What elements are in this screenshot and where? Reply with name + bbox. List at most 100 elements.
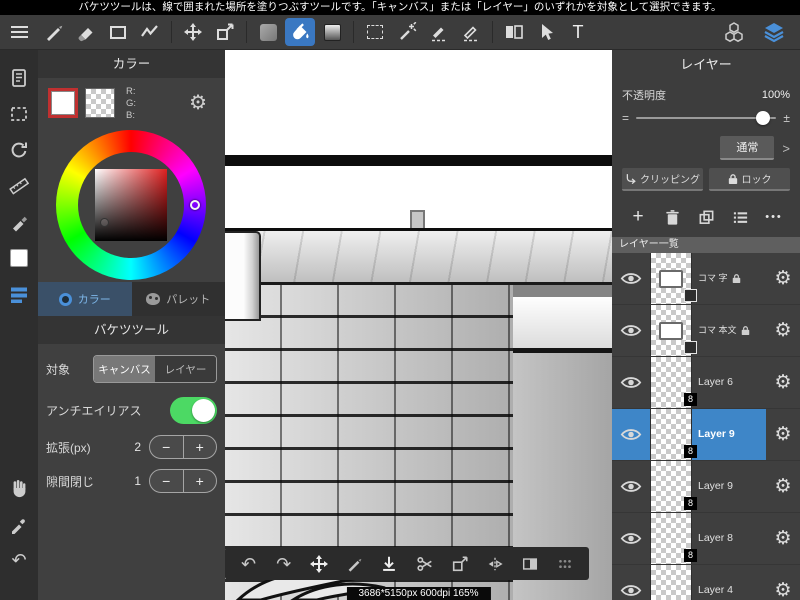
opacity-max-icon[interactable]: ± <box>783 111 790 125</box>
undo-sidebar-button[interactable]: ↶ <box>4 545 34 575</box>
layer-visibility-toggle[interactable] <box>612 357 650 408</box>
eyedropper-tool-button[interactable] <box>4 509 34 539</box>
magic-wand-tool-button[interactable] <box>392 18 422 46</box>
redo-button[interactable]: ↷ <box>271 551 297 577</box>
layer-settings-button[interactable]: ⚙ <box>766 253 800 304</box>
layer-label[interactable]: Layer 6 <box>692 357 766 408</box>
current-color-swatch[interactable] <box>4 243 34 273</box>
color-settings-button[interactable]: ⚙ <box>189 90 207 115</box>
layer-row[interactable]: 8 Layer 6 ⚙ <box>612 357 800 409</box>
eraser-tool-button[interactable] <box>71 18 101 46</box>
foreground-color-swatch[interactable] <box>48 88 78 118</box>
add-layer-button[interactable]: + <box>626 205 650 229</box>
layers-panel-button[interactable] <box>759 18 789 46</box>
cut-button[interactable] <box>412 551 438 577</box>
pen-quick-button[interactable] <box>341 551 367 577</box>
layer-list-view-button[interactable] <box>728 205 752 229</box>
undo-button[interactable]: ↶ <box>236 551 262 577</box>
target-option-layer[interactable]: レイヤー <box>155 356 216 382</box>
ruler-button[interactable] <box>4 171 34 201</box>
hue-marker[interactable] <box>190 200 200 210</box>
clipping-button[interactable]: クリッピング <box>622 168 703 191</box>
layer-label[interactable]: コマ 字 <box>692 253 766 304</box>
materials-button[interactable] <box>719 18 749 46</box>
transform-move-button[interactable] <box>306 551 332 577</box>
layer-thumbnail[interactable]: 8 <box>650 357 697 408</box>
layer-visibility-toggle[interactable] <box>612 513 650 564</box>
text-tool-button[interactable]: T <box>563 18 593 46</box>
layer-settings-button[interactable]: ⚙ <box>766 565 800 600</box>
layer-settings-button[interactable]: ⚙ <box>766 513 800 564</box>
flip-horizontal-button[interactable] <box>482 551 508 577</box>
layer-list-toggle-button[interactable] <box>4 279 34 309</box>
hand-tool-button[interactable] <box>4 473 34 503</box>
layer-label[interactable]: Layer 4 <box>692 565 766 600</box>
move-tool-button[interactable] <box>178 18 208 46</box>
layer-visibility-toggle[interactable] <box>612 253 650 304</box>
rectangle-tool-button[interactable] <box>103 18 133 46</box>
panel-divide-tool-button[interactable] <box>499 18 529 46</box>
layer-settings-button[interactable]: ⚙ <box>766 461 800 512</box>
layer-thumbnail[interactable]: 8 <box>650 565 692 600</box>
sv-marker[interactable] <box>100 218 109 227</box>
expand-decrease-button[interactable]: − <box>150 436 184 458</box>
layer-thumbnail[interactable] <box>650 253 697 304</box>
deselect-pen-tool-button[interactable] <box>456 18 486 46</box>
gap-increase-button[interactable]: + <box>184 470 217 492</box>
blend-mode-button[interactable]: 通常 <box>720 136 775 160</box>
panel-toggle-button[interactable] <box>517 551 543 577</box>
rotate-view-button[interactable] <box>4 135 34 165</box>
layer-thumbnail[interactable]: 8 <box>650 409 697 460</box>
layer-settings-button[interactable]: ⚙ <box>766 357 800 408</box>
layer-visibility-toggle[interactable] <box>612 461 650 512</box>
layer-label[interactable]: Layer 8 <box>692 513 766 564</box>
menu-button[interactable] <box>0 15 38 50</box>
layer-row[interactable]: 8 Layer 4 ⚙ <box>612 565 800 600</box>
lock-button[interactable]: ロック <box>709 168 790 191</box>
gradient-tool-button[interactable] <box>317 18 347 46</box>
target-option-canvas[interactable]: キャンバス <box>94 356 155 382</box>
transparent-color-swatch[interactable] <box>85 88 115 118</box>
layer-label[interactable]: コマ 本文 <box>692 305 766 356</box>
brush-tool-button[interactable] <box>39 18 69 46</box>
opacity-slider[interactable] <box>636 111 777 125</box>
gap-decrease-button[interactable]: − <box>150 470 184 492</box>
expand-increase-button[interactable]: + <box>184 436 217 458</box>
delete-layer-button[interactable] <box>660 205 684 229</box>
paint-tools-button[interactable] <box>4 207 34 237</box>
select-marquee-button[interactable] <box>4 99 34 129</box>
opacity-min-icon[interactable]: = <box>622 111 629 125</box>
layer-visibility-toggle[interactable] <box>612 305 650 356</box>
toolbar-drag-handle[interactable] <box>552 551 578 577</box>
layer-thumbnail[interactable]: 8 <box>650 513 697 564</box>
duplicate-layer-button[interactable] <box>694 205 718 229</box>
layer-label[interactable]: Layer 9 <box>692 409 766 460</box>
export-transform-button[interactable] <box>447 551 473 577</box>
layer-settings-button[interactable]: ⚙ <box>766 409 800 460</box>
layer-row[interactable]: コマ 本文 ⚙ <box>612 305 800 357</box>
layer-row[interactable]: コマ 字 ⚙ <box>612 253 800 305</box>
more-options-button[interactable]: ••• <box>762 205 786 229</box>
layer-label[interactable]: Layer 9 <box>692 461 766 512</box>
layer-thumbnail[interactable] <box>650 305 697 356</box>
layer-row[interactable]: 8 Layer 8 ⚙ <box>612 513 800 565</box>
layer-row[interactable]: 8 Layer 9 ⚙ <box>612 461 800 513</box>
fill-tool-button[interactable] <box>253 18 283 46</box>
layer-settings-button[interactable]: ⚙ <box>766 305 800 356</box>
cursor-tool-button[interactable] <box>531 18 561 46</box>
save-button[interactable] <box>376 551 402 577</box>
bucket-tool-button[interactable] <box>285 18 315 46</box>
layer-thumbnail[interactable]: 8 <box>650 461 697 512</box>
canvas-viewport[interactable]: ↶ ↷ 3686*5150px 600dpi 165% <box>225 50 612 600</box>
select-tool-button[interactable] <box>360 18 390 46</box>
opacity-slider-knob[interactable] <box>756 111 771 125</box>
tab-color[interactable]: カラー <box>38 282 132 316</box>
select-pen-tool-button[interactable] <box>424 18 454 46</box>
tab-palette[interactable]: パレット <box>132 282 226 316</box>
polyline-tool-button[interactable] <box>135 18 165 46</box>
layer-visibility-toggle[interactable] <box>612 409 650 460</box>
pages-button[interactable] <box>4 63 34 93</box>
layer-row[interactable]: 8 Layer 9 ⚙ <box>612 409 800 461</box>
transform-tool-button[interactable] <box>210 18 240 46</box>
antialias-toggle[interactable] <box>170 396 217 424</box>
